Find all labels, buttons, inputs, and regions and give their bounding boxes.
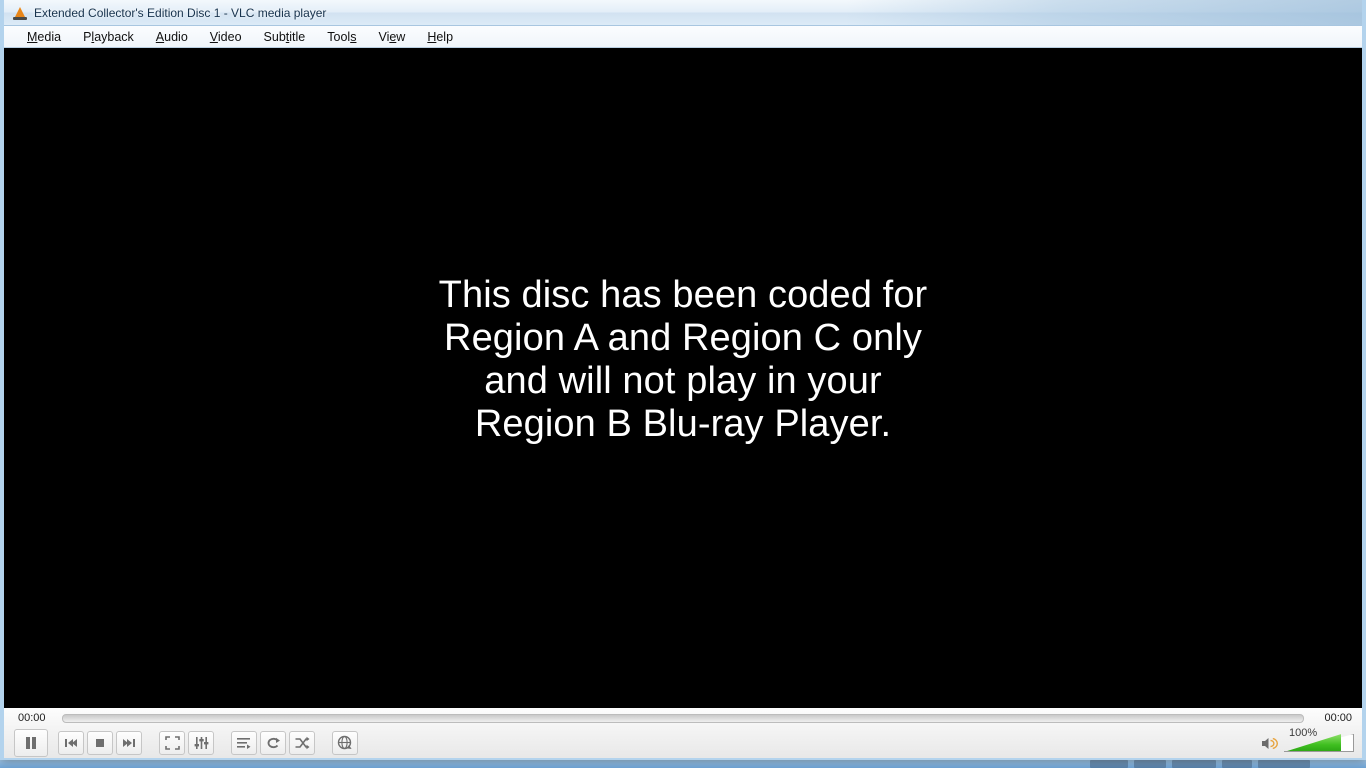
stop-button[interactable] — [87, 731, 113, 755]
video-message-line: Region B Blu-ray Player. — [474, 403, 892, 445]
menu-item-media[interactable]: Media — [16, 28, 72, 46]
menu-item-video[interactable]: Video — [199, 28, 253, 46]
video-display-area[interactable]: This disc has been coded for Region A and… — [4, 48, 1362, 708]
previous-button[interactable] — [58, 731, 84, 755]
vlc-media-player-window: Extended Collector's Edition Disc 1 - VL… — [0, 0, 1366, 760]
seek-slider[interactable] — [62, 713, 1304, 723]
menu-item-subtitle[interactable]: Subtitle — [253, 28, 317, 46]
loop-button[interactable] — [260, 731, 286, 755]
play-pause-button[interactable] — [14, 729, 48, 757]
stop-icon — [96, 739, 104, 747]
extended-settings-button[interactable] — [188, 731, 214, 755]
volume-fill — [1284, 734, 1342, 752]
shuffle-icon — [295, 736, 310, 750]
shuffle-button[interactable] — [289, 731, 315, 755]
renderer-globe-icon — [337, 735, 352, 750]
total-time-label[interactable]: 00:00 — [1314, 712, 1354, 724]
vlc-control-bar: 00:00 00:00 100% — [4, 708, 1362, 758]
vlc-menu-bar[interactable]: Media Playback Audio Video Subtitle Tools View… — [4, 26, 1362, 48]
speaker-icon[interactable] — [1261, 736, 1278, 751]
next-icon — [123, 739, 135, 747]
next-button[interactable] — [116, 731, 142, 755]
renderer-button[interactable] — [332, 731, 358, 755]
transport-button-row: 100% — [4, 727, 1362, 758]
video-message-line: This disc has been coded for — [438, 274, 928, 316]
menu-item-help[interactable]: Help — [416, 28, 464, 46]
volume-slider[interactable] — [1284, 734, 1354, 752]
menu-item-tools[interactable]: Tools — [316, 28, 367, 46]
elapsed-time-label[interactable]: 00:00 — [12, 712, 52, 724]
window-title: Extended Collector's Edition Disc 1 - VL… — [34, 5, 327, 20]
volume-control[interactable]: 100% — [1261, 727, 1354, 756]
menu-item-view[interactable]: View — [367, 28, 416, 46]
video-message-line: Region A and Region C only — [444, 317, 922, 359]
video-region-code-message: This disc has been coded for Region A and… — [4, 274, 1362, 446]
loop-icon — [267, 737, 280, 749]
menu-item-audio[interactable]: Audio — [145, 28, 199, 46]
menu-item-playback[interactable]: Playback — [72, 28, 145, 46]
fullscreen-button[interactable] — [159, 731, 185, 755]
video-message-line: and will not play in your — [484, 360, 882, 402]
previous-icon — [65, 739, 77, 747]
equalizer-icon — [194, 737, 208, 749]
vlc-cone-icon — [12, 5, 28, 21]
vlc-title-bar[interactable]: Extended Collector's Edition Disc 1 - VL… — [4, 0, 1362, 26]
playlist-button[interactable] — [231, 731, 257, 755]
pause-icon — [26, 737, 36, 749]
seek-row: 00:00 00:00 — [4, 708, 1362, 728]
fullscreen-icon — [164, 736, 180, 750]
playlist-icon — [237, 738, 251, 749]
